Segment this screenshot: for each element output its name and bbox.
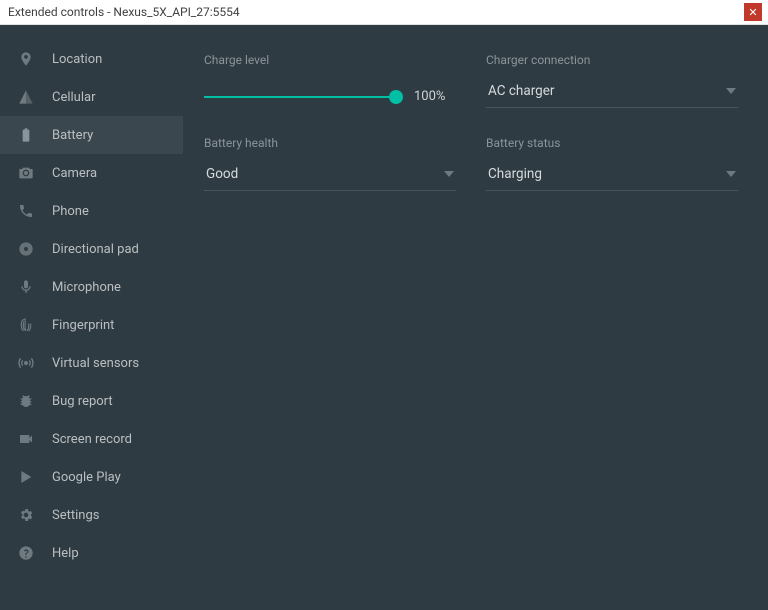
sidebar-item-virtual-sensors[interactable]: Virtual sensors bbox=[0, 344, 183, 382]
window-title: Extended controls - Nexus_5X_API_27:5554 bbox=[8, 5, 240, 19]
close-button[interactable]: ✕ bbox=[744, 3, 762, 21]
charge-level-field: Charge level 100% bbox=[204, 53, 456, 108]
play-icon bbox=[17, 468, 35, 486]
sidebar-item-bug-report[interactable]: Bug report bbox=[0, 382, 183, 420]
charger-connection-field: Charger connection AC charger bbox=[486, 53, 738, 108]
battery-status-value: Charging bbox=[488, 166, 542, 182]
microphone-icon bbox=[17, 278, 35, 296]
gear-icon bbox=[17, 506, 35, 524]
battery-status-label: Battery status bbox=[486, 136, 738, 150]
sidebar-item-help[interactable]: Help bbox=[0, 534, 183, 572]
sidebar-item-label: Microphone bbox=[52, 280, 121, 295]
dpad-icon bbox=[17, 240, 35, 258]
cellular-icon bbox=[17, 88, 35, 106]
sidebar-item-label: Google Play bbox=[52, 470, 121, 485]
charger-connection-label: Charger connection bbox=[486, 53, 738, 67]
sidebar-item-fingerprint[interactable]: Fingerprint bbox=[0, 306, 183, 344]
sidebar-item-label: Cellular bbox=[52, 90, 95, 105]
sidebar-item-label: Virtual sensors bbox=[52, 356, 139, 371]
charger-connection-dropdown[interactable]: AC charger bbox=[486, 77, 738, 108]
sidebar-item-label: Battery bbox=[52, 128, 93, 143]
sidebar-item-settings[interactable]: Settings bbox=[0, 496, 183, 534]
sidebar-item-google-play[interactable]: Google Play bbox=[0, 458, 183, 496]
sidebar-item-camera[interactable]: Camera bbox=[0, 154, 183, 192]
sidebar-item-label: Phone bbox=[52, 204, 89, 219]
sidebar-item-label: Screen record bbox=[52, 432, 132, 447]
sidebar: Location Cellular Battery Camera Phone bbox=[0, 25, 183, 610]
content-panel: Charge level 100% Charger connection AC … bbox=[183, 25, 768, 610]
charge-level-label: Charge level bbox=[204, 53, 456, 67]
battery-health-field: Battery health Good bbox=[204, 136, 456, 191]
battery-health-label: Battery health bbox=[204, 136, 456, 150]
record-icon bbox=[17, 430, 35, 448]
battery-health-dropdown[interactable]: Good bbox=[204, 160, 456, 191]
sidebar-item-cellular[interactable]: Cellular bbox=[0, 78, 183, 116]
fingerprint-icon bbox=[17, 316, 35, 334]
sidebar-item-label: Directional pad bbox=[52, 242, 139, 257]
battery-icon bbox=[17, 126, 35, 144]
chevron-down-icon bbox=[726, 171, 736, 177]
charge-level-slider[interactable] bbox=[204, 96, 396, 98]
sidebar-item-battery[interactable]: Battery bbox=[0, 116, 183, 154]
battery-health-value: Good bbox=[206, 166, 238, 182]
window-body: Location Cellular Battery Camera Phone bbox=[0, 25, 768, 610]
battery-status-field: Battery status Charging bbox=[486, 136, 738, 191]
sidebar-item-location[interactable]: Location bbox=[0, 40, 183, 78]
chevron-down-icon bbox=[444, 171, 454, 177]
sensors-icon bbox=[17, 354, 35, 372]
sidebar-item-dpad[interactable]: Directional pad bbox=[0, 230, 183, 268]
sidebar-item-label: Fingerprint bbox=[52, 318, 114, 333]
charge-level-value: 100% bbox=[414, 89, 456, 104]
camera-icon bbox=[17, 164, 35, 182]
slider-thumb[interactable] bbox=[389, 90, 403, 104]
close-icon: ✕ bbox=[748, 7, 757, 18]
sidebar-item-screen-record[interactable]: Screen record bbox=[0, 420, 183, 458]
charger-connection-value: AC charger bbox=[488, 83, 554, 99]
phone-icon bbox=[17, 202, 35, 220]
sidebar-item-label: Bug report bbox=[52, 394, 113, 409]
battery-status-dropdown[interactable]: Charging bbox=[486, 160, 738, 191]
sidebar-item-label: Camera bbox=[52, 166, 97, 181]
sidebar-item-phone[interactable]: Phone bbox=[0, 192, 183, 230]
chevron-down-icon bbox=[726, 88, 736, 94]
help-icon bbox=[17, 544, 35, 562]
sidebar-item-label: Help bbox=[52, 546, 79, 561]
titlebar: Extended controls - Nexus_5X_API_27:5554… bbox=[0, 0, 768, 25]
sidebar-item-label: Location bbox=[52, 52, 102, 67]
location-icon bbox=[17, 50, 35, 68]
bug-icon bbox=[17, 392, 35, 410]
sidebar-item-microphone[interactable]: Microphone bbox=[0, 268, 183, 306]
sidebar-item-label: Settings bbox=[52, 508, 99, 523]
